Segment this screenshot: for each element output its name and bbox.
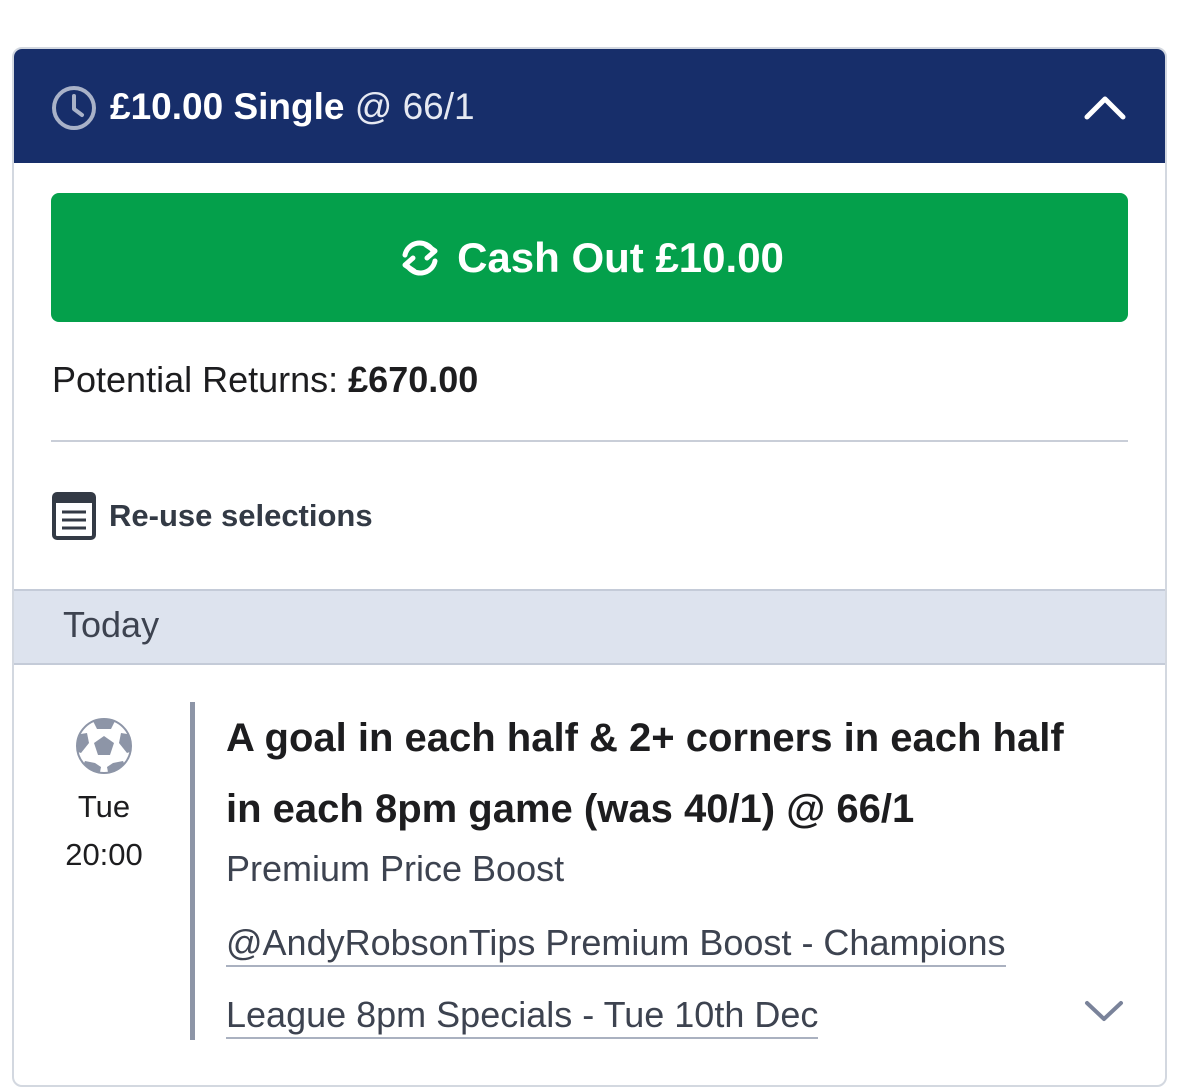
refresh-icon bbox=[402, 239, 438, 276]
selection-divider bbox=[190, 702, 195, 1040]
bet-card: £10.00 Single @ 66/1 Cash Out £10.00 Pot… bbox=[12, 47, 1167, 1087]
potential-returns-amount: £670.00 bbox=[348, 359, 479, 400]
chevron-down-icon[interactable] bbox=[1083, 996, 1125, 1026]
cash-out-label: Cash Out £10.00 bbox=[457, 233, 784, 281]
reuse-selections-button[interactable]: Re-use selections bbox=[51, 491, 373, 541]
football-icon bbox=[76, 718, 132, 774]
event-name-link[interactable]: @AndyRobsonTips Premium Boost - Champion… bbox=[226, 907, 1086, 1051]
section-header: Today bbox=[14, 589, 1165, 665]
market-name: Premium Price Boost bbox=[226, 848, 565, 889]
event-name-line-2: League 8pm Specials - Tue 10th Dec bbox=[226, 994, 819, 1039]
event-day: Tue bbox=[77, 789, 131, 824]
document-icon bbox=[52, 492, 96, 540]
selection-title: A goal in each half & 2+ corners in each… bbox=[226, 716, 1064, 831]
event-time-block: Tue 20:00 bbox=[54, 717, 154, 879]
reuse-selections-label: Re-use selections bbox=[109, 498, 373, 533]
potential-returns: Potential Returns: £670.00 bbox=[52, 356, 478, 404]
bet-summary: £10.00 Single @ 66/1 bbox=[110, 83, 475, 131]
bet-stake: £10.00 Single bbox=[110, 86, 345, 127]
clock-icon bbox=[52, 86, 96, 130]
divider bbox=[51, 440, 1128, 442]
event-name-line-1: @AndyRobsonTips Premium Boost - Champion… bbox=[226, 922, 1006, 967]
cash-out-button[interactable]: Cash Out £10.00 bbox=[51, 193, 1128, 322]
bet-odds: @ 66/1 bbox=[354, 86, 475, 127]
event-time: 20:00 bbox=[65, 837, 143, 872]
potential-returns-label: Potential Returns: bbox=[52, 359, 349, 400]
section-label: Today bbox=[63, 604, 160, 645]
bet-header[interactable]: £10.00 Single @ 66/1 bbox=[14, 49, 1165, 163]
chevron-up-icon[interactable] bbox=[1083, 89, 1127, 125]
